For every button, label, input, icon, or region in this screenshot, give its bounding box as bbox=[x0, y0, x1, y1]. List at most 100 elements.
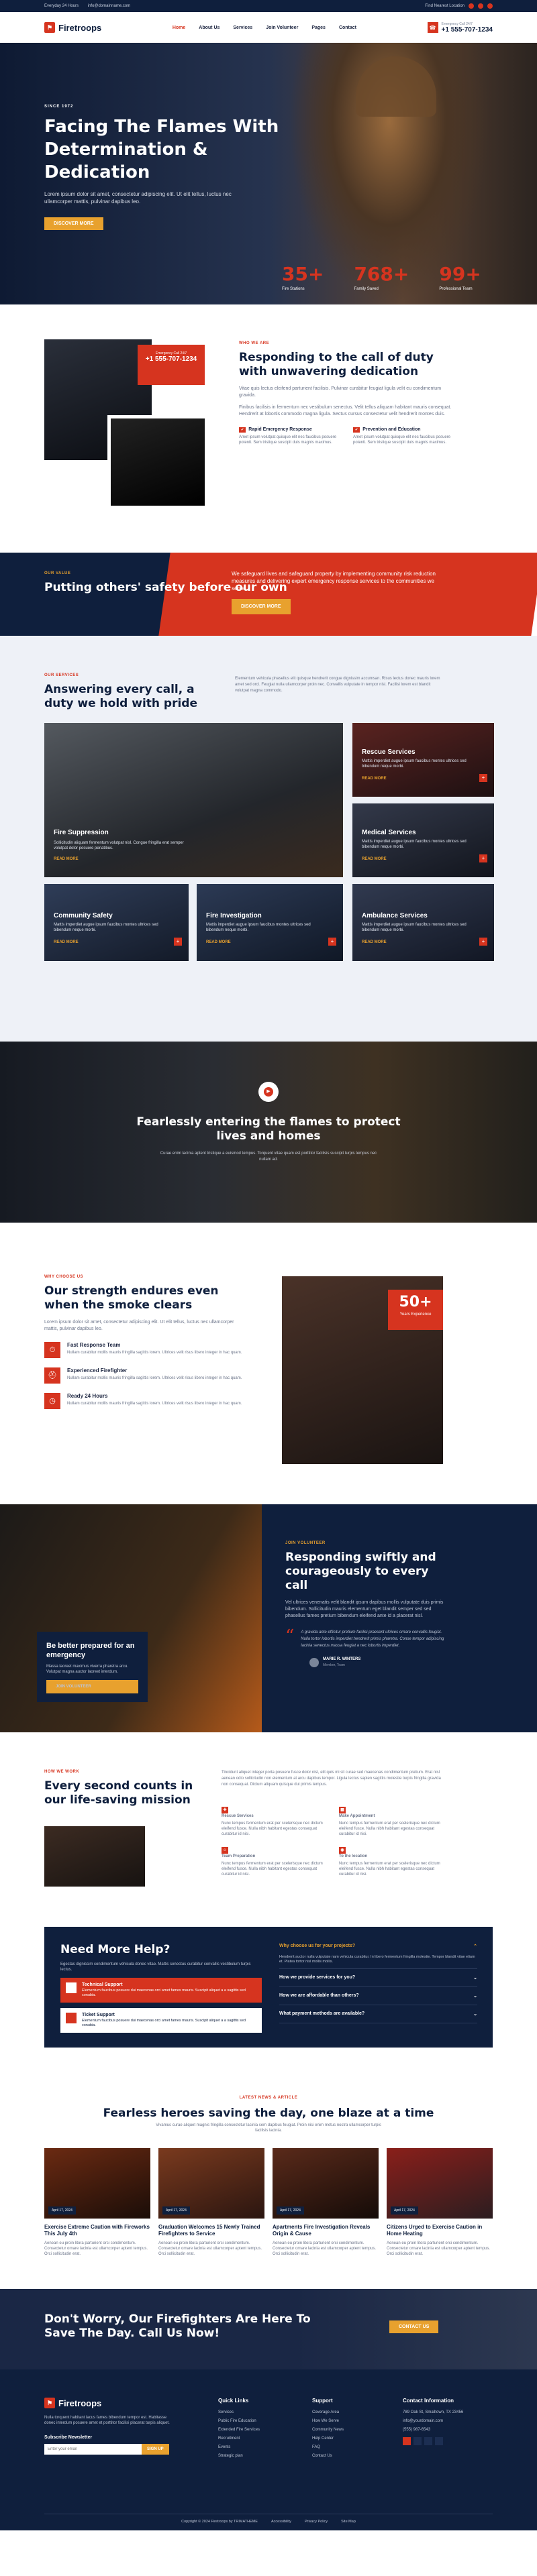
nav-services[interactable]: Services bbox=[233, 25, 252, 30]
services-eyebrow: OUR SERVICES bbox=[44, 673, 79, 677]
nav-volunteer[interactable]: Join Volunteer bbox=[266, 25, 298, 30]
service-card-rescue[interactable]: Rescue Services Mattis imperdiet augue i… bbox=[352, 723, 494, 797]
chevron-down-icon: ⌄ bbox=[473, 1994, 477, 1999]
hero-section: SINCE 1972 Facing The Flames With Determ… bbox=[0, 43, 537, 304]
faq-item-1[interactable]: Why choose us for your projects? ⌃ bbox=[279, 1938, 477, 1955]
footer-link[interactable]: How We Serve bbox=[312, 2419, 344, 2423]
chevron-up-icon: ⌃ bbox=[473, 1944, 477, 1949]
how-section: HOW WE WORK Every second counts in our l… bbox=[0, 1732, 537, 1927]
footer-link[interactable]: Coverage Area bbox=[312, 2410, 344, 2414]
rescue-icon: ✚ bbox=[222, 1807, 228, 1813]
hero-discover-button[interactable]: DISCOVER MORE bbox=[44, 217, 103, 230]
footer-legal-link[interactable]: Accessibility bbox=[271, 2520, 291, 2524]
about-section: Emergency Call 24/7 +1 555-707-1234 WHO W… bbox=[0, 304, 537, 553]
service-card-fire-suppression[interactable]: Fire Suppression Sollicitudin aliquam fe… bbox=[44, 723, 343, 877]
chevron-down-icon: ⌄ bbox=[473, 1976, 477, 1980]
faq-accordion: Why choose us for your projects? ⌃ Hendre… bbox=[279, 1938, 477, 2023]
footer-link[interactable]: Community News bbox=[312, 2428, 344, 2432]
news-eyebrow: LATEST NEWS & ARTICLE bbox=[239, 2096, 298, 2100]
volunteer-text: Vel ultrices venenatis velit blandit ips… bbox=[285, 1600, 444, 1618]
hero-stats: 35+ Fire Stations 768+ Family Saved 99+ Pro… bbox=[282, 263, 481, 291]
footer-link[interactable]: Public Fire Education bbox=[218, 2419, 260, 2423]
how-image bbox=[44, 1826, 145, 1887]
footer-link[interactable]: FAQ bbox=[312, 2445, 344, 2449]
footer-legal-link[interactable]: Site Map bbox=[341, 2520, 356, 2524]
faq-item-2[interactable]: How we provide services for you? ⌄ bbox=[279, 1969, 477, 1987]
service-card-investigation[interactable]: Fire Investigation Mattis imperdiet augu… bbox=[197, 884, 343, 961]
contact-us-button[interactable]: CONTACT US bbox=[389, 2320, 439, 2333]
facebook-icon[interactable] bbox=[403, 2437, 411, 2445]
instagram-icon[interactable] bbox=[424, 2437, 432, 2445]
address-text: 789 Oak St, Smalltown, TX 23456 bbox=[403, 2410, 464, 2414]
news-post-3[interactable]: April 17, 2024 Apartments Fire Investiga… bbox=[273, 2148, 379, 2257]
twitter-icon[interactable] bbox=[478, 3, 483, 9]
nav-home[interactable]: Home bbox=[173, 25, 185, 30]
quote-icon: “ bbox=[285, 1626, 295, 1646]
footer-link[interactable]: Contact Us bbox=[312, 2454, 344, 2458]
avatar bbox=[309, 1657, 319, 1667]
linkedin-icon[interactable] bbox=[435, 2437, 443, 2445]
about-title: Responding to the call of duty with unwa… bbox=[239, 351, 434, 378]
footer-link[interactable]: Help Center bbox=[312, 2437, 344, 2441]
news-post-1[interactable]: April 17, 2024 Exercise Extreme Caution … bbox=[44, 2148, 150, 2257]
plus-icon[interactable]: + bbox=[479, 774, 487, 782]
help-text: Egestas dignissim condimentum vehicula d… bbox=[60, 1962, 251, 1972]
band-discover-button[interactable]: DISCOVER MORE bbox=[232, 599, 291, 614]
footer-quick-links: Quick Links Services Public Fire Educati… bbox=[218, 2398, 260, 2458]
technical-support-card[interactable]: Technical Support Elementum faucibus posu… bbox=[60, 1978, 262, 2003]
locate-link[interactable]: Find Nearest Location bbox=[425, 4, 465, 8]
nav-contact[interactable]: Contact bbox=[339, 25, 356, 30]
footer-link[interactable]: Strategic plan bbox=[218, 2454, 260, 2458]
news-post-2[interactable]: April 17, 2024 Graduation Welcomes 15 Ne… bbox=[158, 2148, 264, 2257]
how-eyebrow: HOW WE WORK bbox=[44, 1770, 80, 1774]
footer-link[interactable]: Extended Fire Services bbox=[218, 2428, 260, 2432]
instagram-icon[interactable] bbox=[487, 3, 493, 9]
services-section: OUR SERVICES Answering every call, a dut… bbox=[0, 636, 537, 1042]
ticket-support-card[interactable]: Ticket Support Elementum faucibus posuere… bbox=[60, 2008, 262, 2033]
how-title: Every second counts in our life-saving m… bbox=[44, 1779, 193, 1807]
why-item-experienced: ⛑ Experienced Firefighter Nullam curabitur… bbox=[44, 1367, 246, 1384]
news-post-4[interactable]: April 17, 2024 Citizens Urged to Exercis… bbox=[387, 2148, 493, 2257]
service-card-medical[interactable]: Medical Services Mattis imperdiet augue … bbox=[352, 803, 494, 877]
play-button[interactable]: ▶ bbox=[258, 1082, 279, 1102]
facebook-icon[interactable] bbox=[469, 3, 474, 9]
newsletter-email-input[interactable] bbox=[44, 2444, 142, 2455]
hero-text: Lorem ipsum dolor sit amet, consectetur … bbox=[44, 191, 232, 205]
how-item-appointment: ▦ Make Appointment Nunc tempus fermentum e… bbox=[339, 1807, 440, 1836]
plus-icon[interactable]: + bbox=[479, 854, 487, 862]
twitter-icon[interactable] bbox=[413, 2437, 422, 2445]
footer-support-links: Support Coverage Area How We Serve Commu… bbox=[312, 2398, 344, 2458]
header-call[interactable]: ☎ Emergency Call 24/7 +1 555-707-1234 bbox=[427, 22, 493, 34]
volunteer-section: Be better prepared for an emergency Mass… bbox=[0, 1504, 537, 1732]
services-desc: Elementum vehicula phasellus elit quisqu… bbox=[235, 677, 440, 693]
plus-icon[interactable]: + bbox=[479, 938, 487, 946]
email-text[interactable]: info@yourdomain.com bbox=[403, 2419, 490, 2423]
service-card-community[interactable]: Community Safety Mattis imperdiet augue … bbox=[44, 884, 189, 961]
feature-prevention: Prevention and EducationAmet ipsum volut… bbox=[353, 427, 454, 445]
footer-link[interactable]: Recruitment bbox=[218, 2437, 260, 2441]
email-link[interactable]: info@domainname.com bbox=[88, 4, 130, 8]
band-text: We safeguard lives and safeguard propert… bbox=[232, 571, 436, 592]
newsletter-signup-button[interactable]: SIGN UP bbox=[142, 2444, 169, 2455]
service-card-ambulance[interactable]: Ambulance Services Mattis imperdiet augu… bbox=[352, 884, 494, 961]
footer-link[interactable]: Events bbox=[218, 2445, 260, 2449]
join-volunteer-button[interactable]: JOIN VOLUNTEER bbox=[46, 1680, 138, 1693]
faq-item-3[interactable]: How we are affordable than others? ⌄ bbox=[279, 1987, 477, 2005]
footer-logo[interactable]: ⚑ Firetroops bbox=[44, 2398, 179, 2408]
logo[interactable]: ⚑ Firetroops bbox=[44, 22, 101, 33]
phone-text[interactable]: (555) 987-6543 bbox=[403, 2428, 490, 2432]
plus-icon[interactable]: + bbox=[174, 938, 182, 946]
about-lead: Vitae quis lectus eleifend parturient fa… bbox=[239, 386, 442, 398]
plus-icon[interactable]: + bbox=[328, 938, 336, 946]
footer-legal-link[interactable]: Privacy Policy bbox=[305, 2520, 328, 2524]
about-image-secondary bbox=[107, 415, 208, 509]
stat-families: 768+ Family Saved bbox=[354, 263, 409, 291]
faq-item-4[interactable]: What payment methods are available? ⌄ bbox=[279, 2005, 477, 2023]
hours-text: Everyday 24 Hours bbox=[44, 4, 79, 8]
how-item-location: ◉ To the location Nunc tempus fermentum er… bbox=[339, 1847, 440, 1877]
footer-link[interactable]: Services bbox=[218, 2410, 260, 2414]
nav-pages[interactable]: Pages bbox=[311, 25, 326, 30]
nav-about[interactable]: About Us bbox=[199, 25, 219, 30]
how-item-rescue: ✚ Rescue Services Nunc tempus fermentum er… bbox=[222, 1807, 323, 1836]
why-section: WHY CHOOSE US Our strength endures even … bbox=[0, 1223, 537, 1504]
